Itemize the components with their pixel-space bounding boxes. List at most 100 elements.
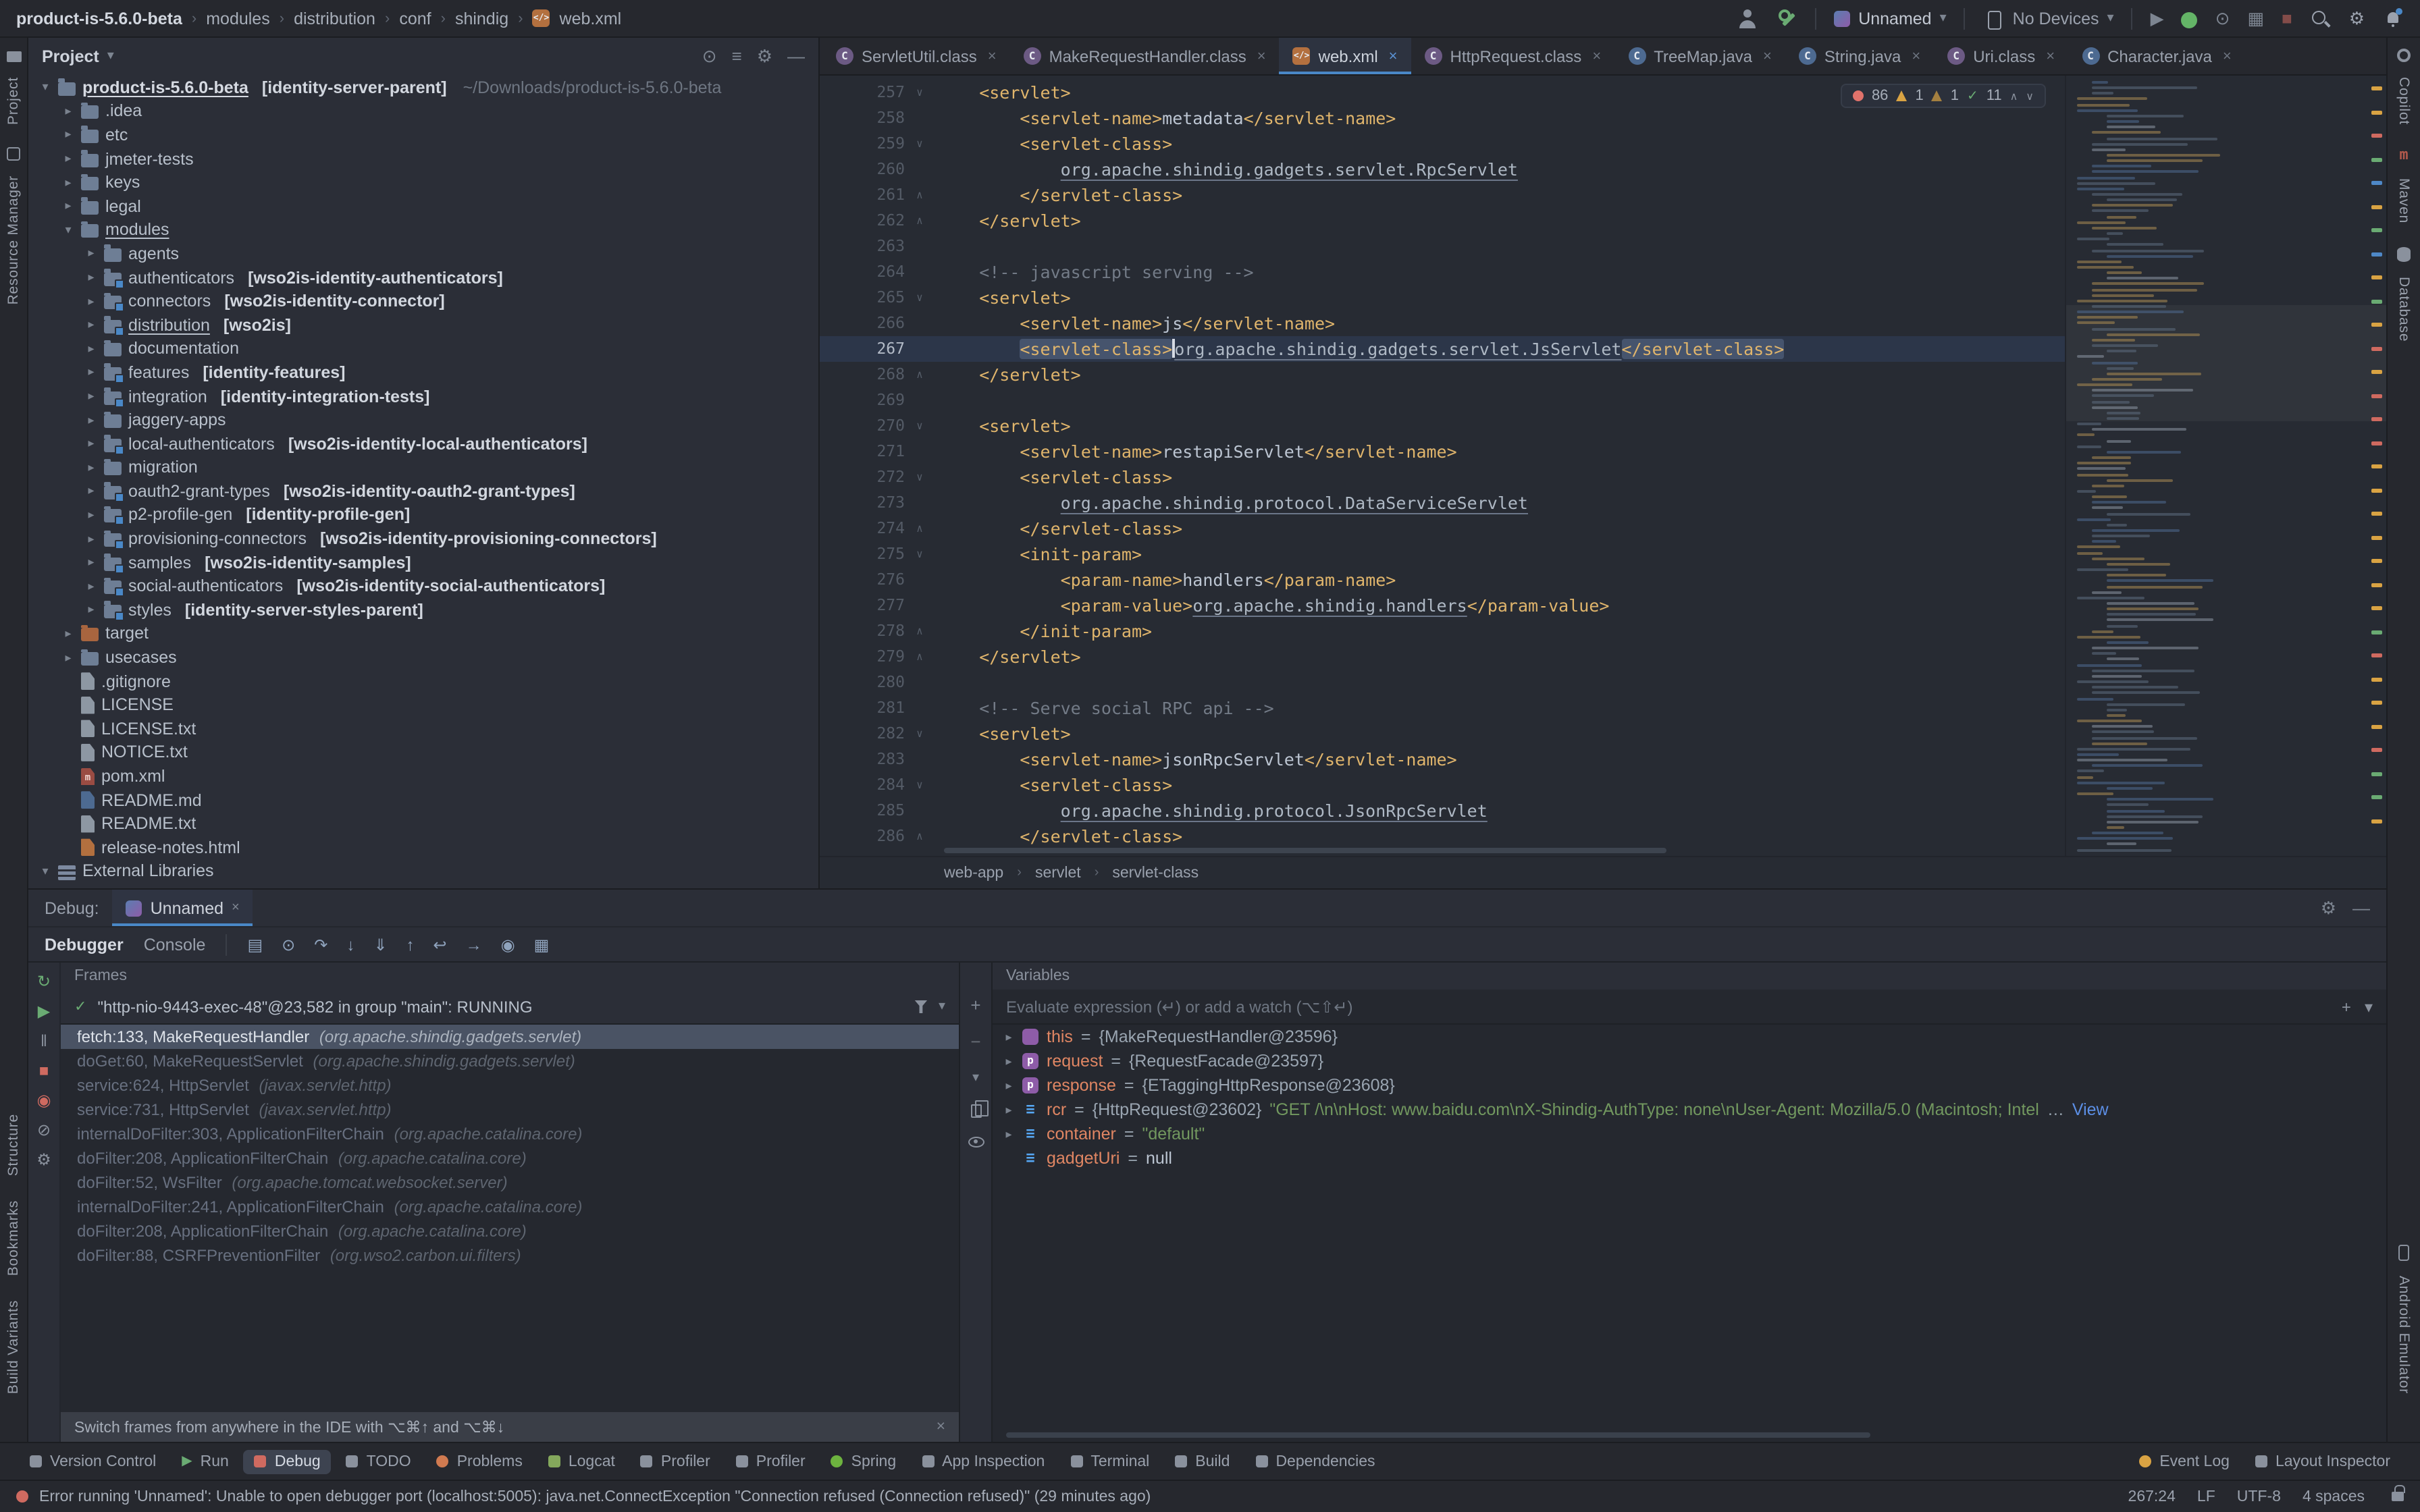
- view-value-link[interactable]: View: [2072, 1100, 2109, 1119]
- tree-item[interactable]: ▸legal: [28, 194, 818, 218]
- tool-window-button-app-inspection[interactable]: App Inspection: [911, 1449, 1055, 1474]
- stripe-item-build-variants[interactable]: Build Variants: [5, 1301, 22, 1395]
- stripe-item-copilot[interactable]: Copilot: [2396, 77, 2412, 125]
- run-config-selector[interactable]: Unnamed ▾: [1834, 7, 1946, 29]
- tree-item[interactable]: ▾External Libraries: [28, 859, 818, 883]
- panel-settings-icon[interactable]: ⚙: [757, 46, 772, 68]
- tool-window-button-vcs[interactable]: Version Control: [19, 1449, 167, 1474]
- minimap[interactable]: [2065, 76, 2386, 856]
- code-line[interactable]: 280: [820, 670, 2065, 695]
- close-icon[interactable]: ×: [232, 897, 240, 919]
- stripe-item-resource-manager[interactable]: Resource Manager: [5, 176, 22, 305]
- fold-marker-icon[interactable]: ∧: [913, 644, 926, 670]
- variable-row[interactable]: ≡gadgetUri=null: [993, 1146, 2386, 1170]
- frame-row[interactable]: internalDoFilter:303, ApplicationFilterC…: [61, 1122, 959, 1146]
- frame-row[interactable]: doFilter:52, WsFilter (org.apache.tomcat…: [61, 1170, 959, 1195]
- code-line[interactable]: 265∨ <servlet>: [820, 285, 2065, 310]
- tree-chevron-icon[interactable]: ▸: [85, 294, 97, 308]
- tree-item[interactable]: .gitignore: [28, 670, 818, 693]
- fold-marker-icon[interactable]: ∧: [913, 824, 926, 849]
- fold-marker-icon[interactable]: ∧: [913, 208, 926, 234]
- code-line[interactable]: 284∨ <servlet-class>: [820, 772, 2065, 798]
- tree-chevron-icon[interactable]: ▸: [62, 650, 74, 665]
- breadcrumb-item[interactable]: modules: [206, 9, 270, 28]
- search-everywhere-icon[interactable]: [2310, 7, 2332, 29]
- inspections-widget[interactable]: 86 1 1 ✓ 11 ∧ ∨: [1841, 84, 2046, 108]
- breadcrumb-item[interactable]: conf: [399, 9, 431, 28]
- expand-chevron-icon[interactable]: ▸: [1003, 1127, 1014, 1141]
- stripe-item-project[interactable]: Project: [5, 77, 22, 125]
- tool-window-button-spring[interactable]: Spring: [820, 1449, 908, 1474]
- debug-session-tab[interactable]: Unnamed ×: [113, 890, 253, 926]
- editor-tab[interactable]: CMakeRequestHandler.class×: [1010, 38, 1280, 74]
- hide-panel-icon[interactable]: —: [2352, 897, 2370, 919]
- frame-row[interactable]: doFilter:208, ApplicationFilterChain (or…: [61, 1146, 959, 1170]
- drop-frame-icon[interactable]: ↩: [433, 935, 447, 954]
- code-line[interactable]: 279∧ </servlet>: [820, 644, 2065, 670]
- code-line[interactable]: 270∨ <servlet>: [820, 413, 2065, 439]
- close-tab-icon[interactable]: ×: [1389, 48, 1398, 64]
- tool-window-button-event-log[interactable]: Event Log: [2128, 1449, 2240, 1474]
- tree-chevron-icon[interactable]: ▸: [62, 626, 74, 641]
- code-line[interactable]: 271 <servlet-name>restapiServlet</servle…: [820, 439, 2065, 464]
- fold-marker-icon[interactable]: ∧: [913, 182, 926, 208]
- view-breakpoints-icon[interactable]: ◉: [37, 1092, 51, 1108]
- code-line[interactable]: 261∧ </servlet-class>: [820, 182, 2065, 208]
- settings-icon[interactable]: ⚙: [2349, 7, 2365, 29]
- tree-item[interactable]: ▾product-is-5.6.0-beta[identity-server-p…: [28, 76, 818, 99]
- tree-chevron-icon[interactable]: ▾: [39, 864, 51, 879]
- breadcrumb-item[interactable]: servlet: [1035, 865, 1081, 881]
- tree-chevron-icon[interactable]: ▸: [62, 199, 74, 214]
- editor-tab[interactable]: CHttpRequest.class×: [1411, 38, 1615, 74]
- tree-item[interactable]: ▸documentation: [28, 337, 818, 360]
- tree-chevron-icon[interactable]: ▾: [39, 80, 51, 95]
- tree-item[interactable]: ▸migration: [28, 456, 818, 479]
- code-line[interactable]: 273 org.apache.shindig.protocol.DataServ…: [820, 490, 2065, 516]
- expand-chevron-icon[interactable]: ▸: [1003, 1054, 1014, 1069]
- tree-item[interactable]: NOTICE.txt: [28, 740, 818, 764]
- code-line[interactable]: 283 <servlet-name>jsonRpcServlet</servle…: [820, 747, 2065, 772]
- close-tab-icon[interactable]: ×: [1763, 48, 1772, 64]
- code-line[interactable]: 264 <!-- javascript serving -->: [820, 259, 2065, 285]
- fold-marker-icon[interactable]: ∧: [913, 362, 926, 387]
- step-over-icon[interactable]: ↷: [314, 935, 327, 954]
- code-line[interactable]: 278∧ </init-param>: [820, 618, 2065, 644]
- tree-chevron-icon[interactable]: ▸: [85, 579, 97, 594]
- tree-item[interactable]: ▸agents: [28, 242, 818, 265]
- tool-window-button-layout-inspector[interactable]: Layout Inspector: [2244, 1449, 2401, 1474]
- project-panel-title[interactable]: Project: [42, 47, 99, 66]
- prev-problem-icon[interactable]: ∧: [2010, 90, 2018, 102]
- fold-marker-icon[interactable]: ∧: [913, 516, 926, 541]
- tree-item[interactable]: LICENSE: [28, 693, 818, 717]
- tree-chevron-icon[interactable]: ▸: [85, 508, 97, 522]
- tool-window-button-todo[interactable]: TODO: [336, 1449, 422, 1474]
- stop-program-icon[interactable]: ■: [39, 1062, 49, 1079]
- chevron-down-icon[interactable]: ▾: [939, 996, 945, 1017]
- code-line[interactable]: 276 <param-name>handlers</param-name>: [820, 567, 2065, 593]
- variable-row[interactable]: ▸≡rcr={HttpRequest@23602}"GET /\n\nHost:…: [993, 1098, 2386, 1122]
- tree-chevron-icon[interactable]: ▸: [85, 389, 97, 404]
- lock-icon[interactable]: [2392, 1492, 2404, 1501]
- code-line[interactable]: 267 <servlet-class>org.apache.shindig.ga…: [820, 336, 2065, 362]
- tree-item[interactable]: ▸integration[identity-integration-tests]: [28, 384, 818, 408]
- tab-console[interactable]: Console: [144, 935, 206, 954]
- code-line[interactable]: 266 <servlet-name>js</servlet-name>: [820, 310, 2065, 336]
- close-icon[interactable]: ×: [937, 1419, 945, 1435]
- rerun-debugger-icon[interactable]: ↻: [37, 973, 51, 990]
- frame-row[interactable]: fetch:133, MakeRequestHandler (org.apach…: [61, 1025, 959, 1049]
- tree-item[interactable]: ▾modules: [28, 218, 818, 242]
- breadcrumb-item[interactable]: shindig: [455, 9, 508, 28]
- add-watch-icon[interactable]: +: [970, 995, 980, 1017]
- fold-marker-icon[interactable]: ∨: [913, 80, 926, 105]
- indent-style[interactable]: 4 spaces: [2303, 1488, 2365, 1505]
- hide-panel-icon[interactable]: —: [787, 46, 805, 68]
- tree-item[interactable]: ▸target: [28, 622, 818, 645]
- close-tab-icon[interactable]: ×: [988, 48, 997, 64]
- expand-chevron-icon[interactable]: ▸: [1003, 1029, 1014, 1044]
- fold-marker-icon[interactable]: ∨: [913, 131, 926, 157]
- tree-item[interactable]: mpom.xml: [28, 764, 818, 788]
- stripe-item-maven[interactable]: Maven: [2396, 179, 2412, 224]
- tree-item[interactable]: ▸provisioning-connectors[wso2is-identity…: [28, 527, 818, 551]
- frame-row[interactable]: internalDoFilter:241, ApplicationFilterC…: [61, 1195, 959, 1219]
- tree-item[interactable]: README.txt: [28, 812, 818, 836]
